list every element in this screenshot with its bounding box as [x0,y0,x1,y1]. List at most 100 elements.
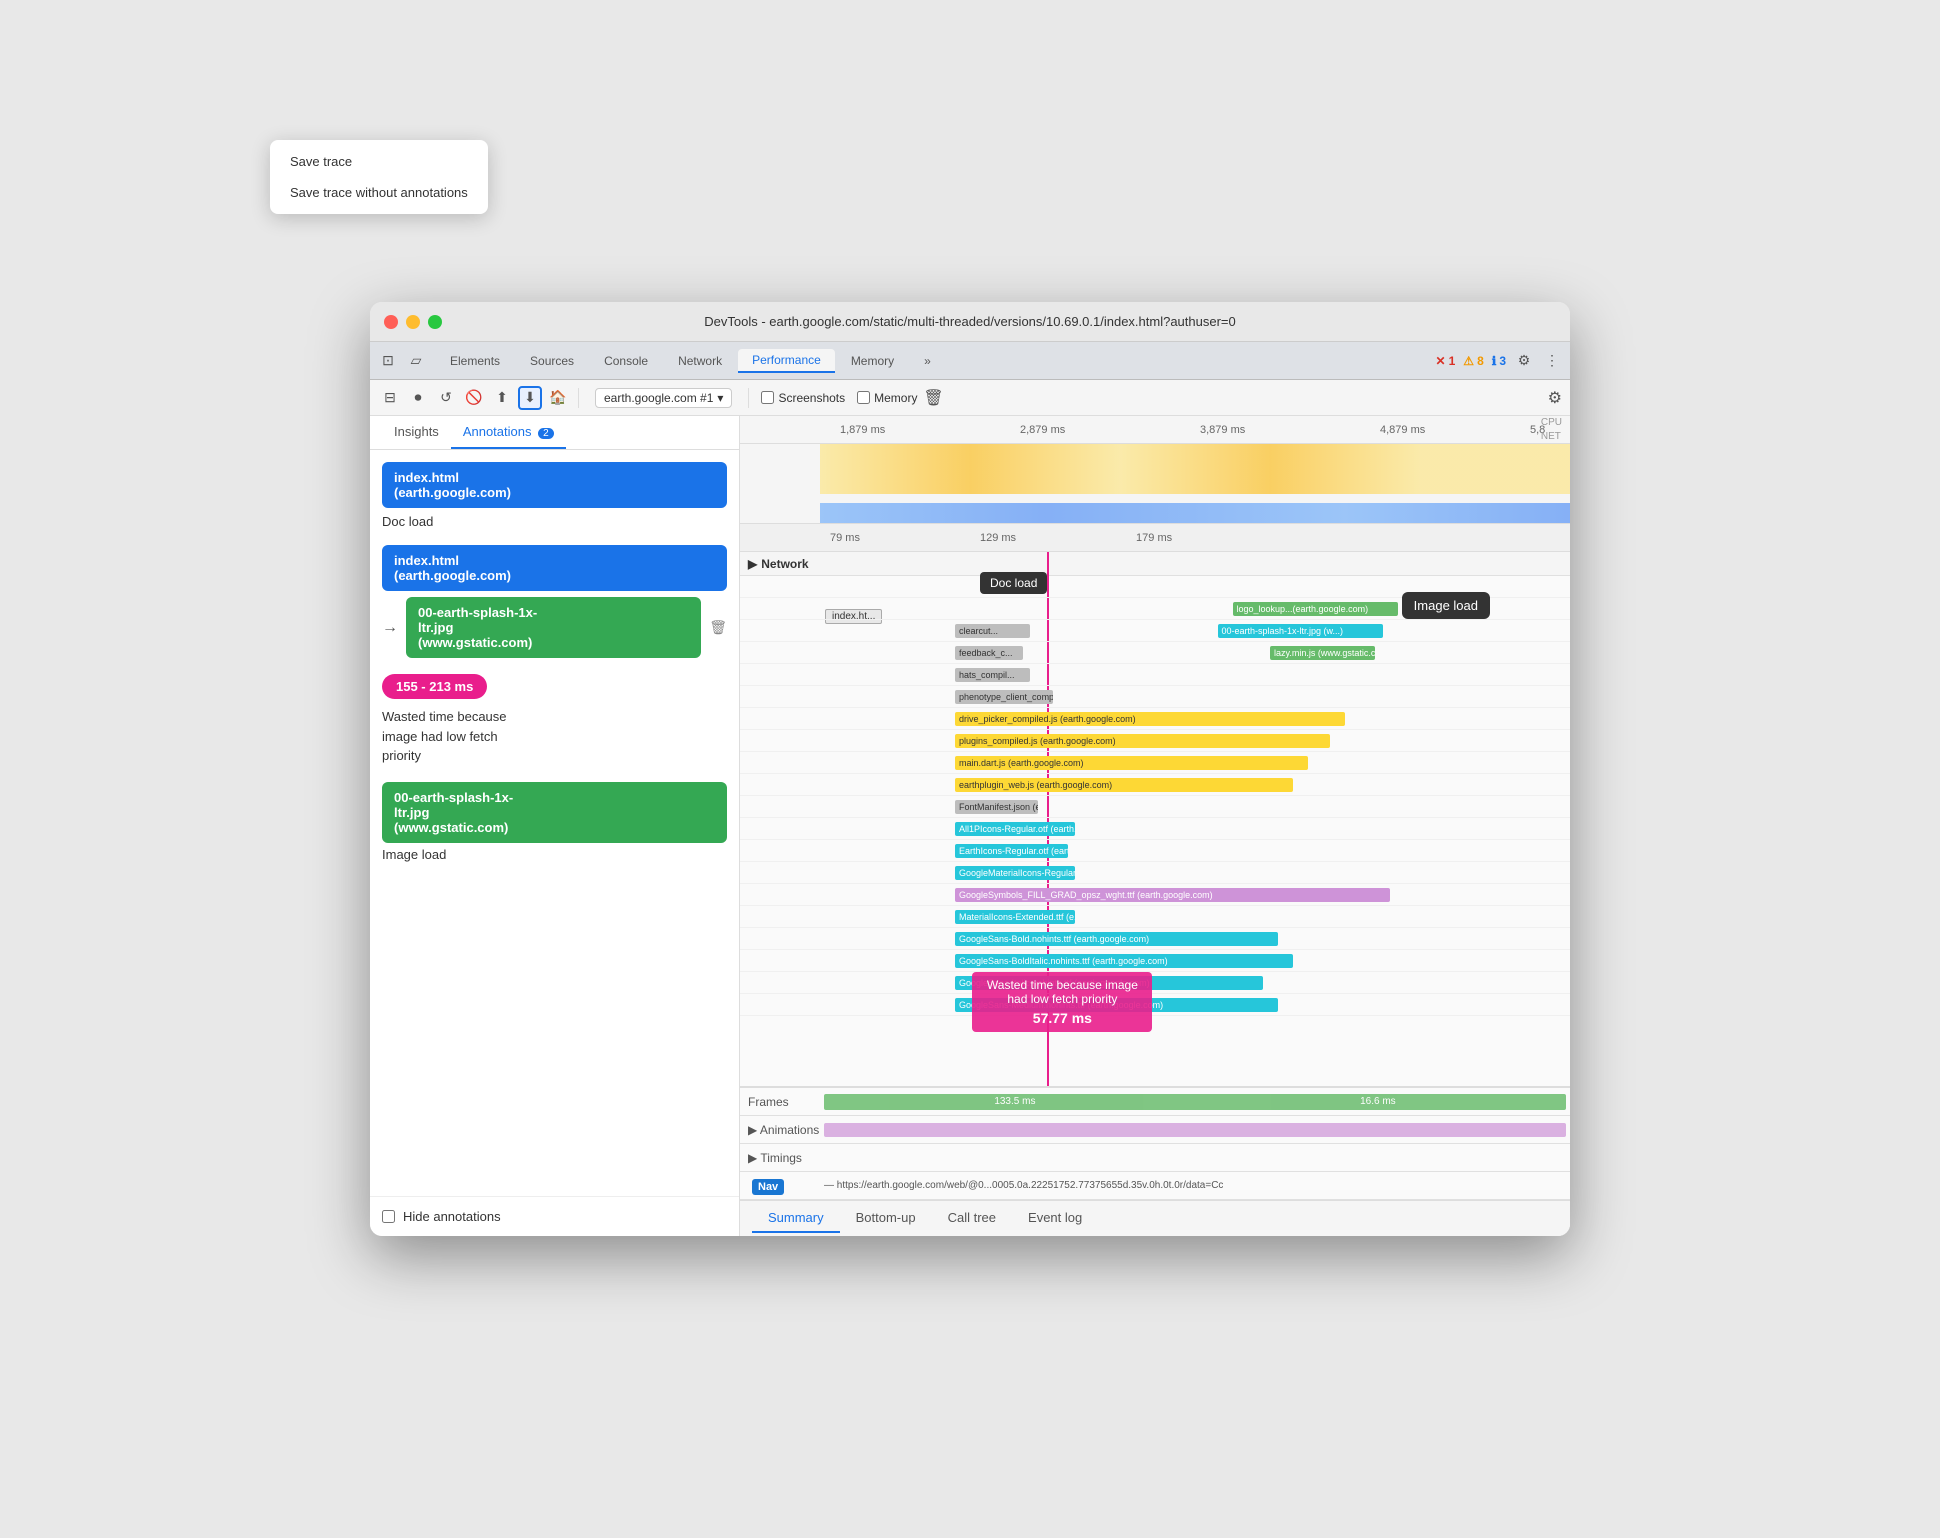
tab-call-tree[interactable]: Call tree [932,1204,1012,1233]
network-row-2: feedback_c... lazy.min.js (www.gstatic.c… [740,642,1570,664]
animations-expand-icon[interactable]: ▶ [748,1123,757,1137]
animations-label: ▶ Animations [740,1123,820,1137]
error-count-value: 1 [1449,354,1456,368]
animations-row: ▶ Animations [740,1116,1570,1144]
tab-elements[interactable]: Elements [436,350,514,372]
local-time-1: 79 ms [830,532,860,544]
net-bar-googlesymbols: GoogleSymbols_FILL_GRAD_opsz_wght.ttf (e… [955,888,1390,902]
time-range-badge: 155 - 213 ms [382,674,487,699]
sidebar-toggle-button[interactable]: ⊟ [378,386,402,410]
network-row-18: GoogleSans-Medium.nohints.ttf (earth.goo… [740,994,1570,1016]
network-label: Network [761,557,808,571]
warning-count[interactable]: ⚠ 8 [1463,354,1483,368]
net-chart-bar [820,503,1570,523]
tab-sources[interactable]: Sources [516,350,588,372]
tab-summary[interactable]: Summary [752,1204,840,1233]
info-count[interactable]: ℹ 3 [1492,354,1506,368]
tab-console[interactable]: Console [590,350,662,372]
insights-tab[interactable]: Insights [382,416,451,449]
network-row-6: plugins_compiled.js (earth.google.com) [740,730,1570,752]
hide-annotations-checkbox[interactable] [382,1210,395,1223]
net-bar-container-13: GoogleSymbols_FILL_GRAD_opsz_wght.ttf (e… [820,887,1570,903]
cpu-net-labels: CPU NET [1541,416,1562,443]
timings-expand-icon[interactable]: ▶ [748,1151,757,1165]
toolbar-sep2 [748,388,749,408]
hide-annotations-row: Hide annotations [370,1196,739,1236]
net-bar-main: main.dart.js (earth.google.com) [955,756,1308,770]
collect-garbage-button[interactable]: 🗑 [921,386,945,410]
animations-text: Animations [760,1123,819,1137]
net-bar-materialext: MaterialIcons-Extended.ttf (e... [955,910,1075,924]
tab-more[interactable]: » [910,350,945,372]
error-count[interactable]: ✕ 1 [1436,354,1456,368]
net-bar-feedback: feedback_c... [955,646,1023,660]
net-bar-all1p: All1PIcons-Regular.otf (earth.... [955,822,1075,836]
network-row-1: clearcut... 00-earth-splash-1x-ltr.jpg (… [740,620,1570,642]
network-row-11: EarthIcons-Regular.otf (earth.... [740,840,1570,862]
frames-row: Frames 133.5 ms 16.6 ms [740,1088,1570,1116]
net-bar-container-11: EarthIcons-Regular.otf (earth.... [820,843,1570,859]
device-icon[interactable]: ▱ [406,351,426,371]
net-bar-fontmanifest: FontManifest.json (earth.goo... [955,800,1038,814]
net-bar-plugins: plugins_compiled.js (earth.google.com) [955,734,1330,748]
net-bar-hats: hats_compil... [955,668,1030,682]
settings-icon[interactable]: ⚙ [1514,351,1534,371]
refresh-button[interactable]: ↺ [434,386,458,410]
titlebar: DevTools - earth.google.com/static/multi… [370,302,1570,342]
animations-bar [824,1123,1566,1137]
net-bar-splash: 00-earth-splash-1x-ltr.jpg (w...) [1218,624,1383,638]
window-title: DevTools - earth.google.com/static/multi… [704,314,1235,329]
frames-bar: 133.5 ms 16.6 ms [824,1094,1566,1110]
inspector-icon[interactable]: ⊡ [378,351,398,371]
tab-bottom-up[interactable]: Bottom-up [840,1204,932,1233]
tab-network[interactable]: Network [664,350,736,372]
tab-event-log[interactable]: Event log [1012,1204,1098,1233]
tab-performance[interactable]: Performance [738,349,835,373]
close-button[interactable] [384,315,398,329]
info-icon: ℹ [1492,354,1497,368]
memory-checkbox[interactable] [857,391,870,404]
tab-memory[interactable]: Memory [837,350,908,372]
local-time-2: 129 ms [980,532,1016,544]
network-expand-icon[interactable]: ▶ [748,557,757,571]
net-bar-container-8: earthplugin_web.js (earth.google.com) [820,777,1570,793]
splash-image-badge: 00-earth-splash-1x-ltr.jpg(www.gstatic.c… [406,597,701,658]
home-button[interactable]: 🏠 [546,386,570,410]
network-row-14: MaterialIcons-Extended.ttf (e... [740,906,1570,928]
screenshots-checkbox[interactable] [761,391,774,404]
net-bar-container-18: GoogleSans-Medium.nohints.ttf (earth.goo… [820,997,1570,1013]
error-icon: ✕ [1436,354,1446,368]
annotations-tab[interactable]: Annotations 2 [451,416,566,449]
performance-toolbar: ⊟ ⏺ ↺ 🚫 ⬆ ⬇ 🏠 earth.google.com #1 ▾ Scre… [370,380,1570,416]
maximize-button[interactable] [428,315,442,329]
timings-row: ▶ Timings [740,1144,1570,1172]
context-selector[interactable]: earth.google.com #1 ▾ [595,388,732,408]
net-bar-container-6: plugins_compiled.js (earth.google.com) [820,733,1570,749]
network-row-5: drive_picker_compiled.js (earth.google.c… [740,708,1570,730]
memory-checkbox-group: Memory [857,391,917,405]
toolbar-gear-icon[interactable]: ⚙ [1548,388,1562,408]
time-mark-4: 4,879 ms [1380,424,1425,436]
net-bar-lazy: lazy.min.js (www.gstatic.com) [1270,646,1375,660]
wasted-time-timeline-tooltip: Wasted time because image had low fetch … [972,972,1152,1032]
minimize-button[interactable] [406,315,420,329]
delete-annotation-icon[interactable]: 🗑 [709,619,727,636]
download-button[interactable]: ⬇ [518,386,542,410]
cpu-chart-bar [820,444,1570,494]
net-bar-container-4: phenotype_client_compiled... [820,689,1570,705]
memory-label: Memory [874,391,917,405]
image-load-label: Image load [382,847,727,862]
net-bar-phenotype: phenotype_client_compiled... [955,690,1053,704]
upload-button[interactable]: ⬆ [490,386,514,410]
net-bar-container-16: GoogleSans-BoldItalic.nohints.ttf (earth… [820,953,1570,969]
insights-tabs: Insights Annotations 2 [370,416,739,450]
more-icon[interactable]: ⋮ [1542,351,1562,371]
net-bar-earth: earthplugin_web.js (earth.google.com) [955,778,1293,792]
info-count-value: 3 [1499,354,1506,368]
net-bar-container-10: All1PIcons-Regular.otf (earth.... [820,821,1570,837]
traffic-lights [384,315,442,329]
record-button[interactable]: ⏺ [406,386,430,410]
clear-button[interactable]: 🚫 [462,386,486,410]
net-bar-container-9: FontManifest.json (earth.goo... [820,799,1570,815]
net-bar-container-2: feedback_c... lazy.min.js (www.gstatic.c… [820,645,1570,661]
